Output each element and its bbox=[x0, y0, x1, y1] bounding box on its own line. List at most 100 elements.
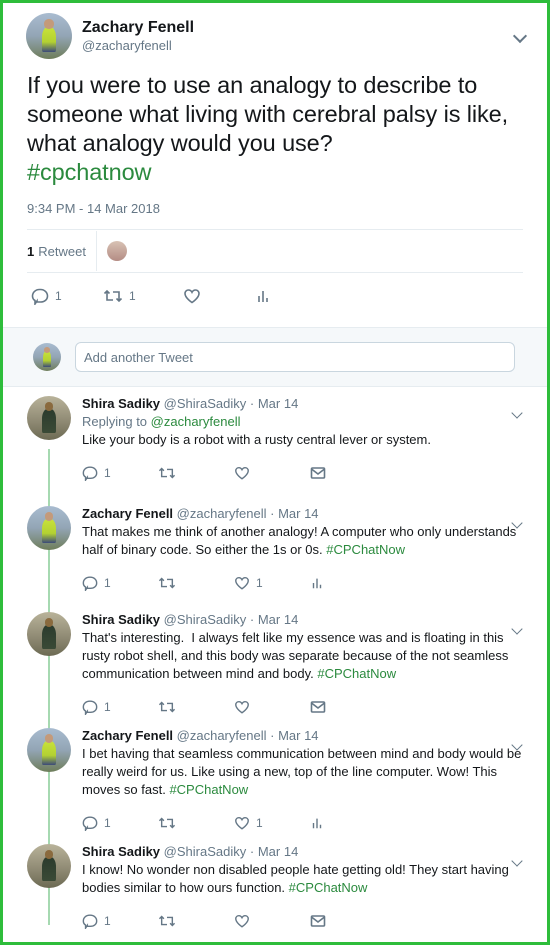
reply-text: I bet having that seamless communication… bbox=[82, 745, 523, 799]
retweet-icon bbox=[158, 577, 176, 589]
reply-tweet[interactable]: Shira Sadiky @ShiraSadiky · Mar 14 I kno… bbox=[3, 835, 547, 942]
retweet-button[interactable] bbox=[158, 815, 234, 831]
avatar bbox=[33, 343, 61, 371]
reply-author-handle[interactable]: @ShiraSadiky bbox=[164, 844, 247, 859]
retweet-icon bbox=[158, 467, 176, 479]
reply-date[interactable]: Mar 14 bbox=[258, 844, 298, 859]
analytics-button[interactable] bbox=[255, 288, 271, 304]
author-handle[interactable]: @zacharyfenell bbox=[82, 37, 194, 54]
like-icon bbox=[184, 289, 200, 304]
like-icon bbox=[235, 576, 249, 590]
analytics-button[interactable] bbox=[310, 816, 386, 830]
reply-date[interactable]: Mar 14 bbox=[258, 396, 298, 411]
reply-text: That's interesting. I always felt like m… bbox=[82, 629, 523, 683]
reply-hashtag[interactable]: #CPChatNow bbox=[326, 542, 405, 557]
analytics-button[interactable] bbox=[310, 576, 386, 590]
reply-text: That makes me think of another analogy! … bbox=[82, 523, 523, 559]
reply-button[interactable]: 1 bbox=[82, 465, 158, 481]
message-icon bbox=[310, 701, 326, 713]
retweet-count[interactable]: 1 bbox=[27, 244, 34, 259]
reply-tweet[interactable]: Zachary Fenell @zacharyfenell · Mar 14 I… bbox=[3, 719, 547, 835]
tweet-text: If you were to use an analogy to describ… bbox=[27, 71, 527, 187]
like-button[interactable] bbox=[234, 465, 310, 481]
like-count: 1 bbox=[256, 576, 263, 590]
reply-header: Zachary Fenell @zacharyfenell · Mar 14 bbox=[82, 727, 523, 745]
reply-hashtag[interactable]: #CPChatNow bbox=[317, 666, 396, 681]
reply-actions: 1 bbox=[82, 901, 523, 941]
main-tweet: Zachary Fenell @zacharyfenell If you wer… bbox=[3, 7, 547, 319]
reply-count: 1 bbox=[55, 289, 62, 303]
reply-date[interactable]: Mar 14 bbox=[278, 728, 318, 743]
reply-icon bbox=[31, 288, 49, 305]
retweet-action-count: 1 bbox=[129, 289, 136, 303]
reply-icon bbox=[82, 914, 98, 929]
replies-thread: Shira Sadiky @ShiraSadiky · Mar 14 Reply… bbox=[3, 387, 547, 942]
reply-author-handle[interactable]: @zacharyfenell bbox=[177, 728, 267, 743]
avatar[interactable] bbox=[26, 13, 72, 59]
retweet-label[interactable]: Retweet bbox=[38, 244, 86, 259]
reply-author-name[interactable]: Zachary Fenell bbox=[82, 728, 173, 743]
retweet-icon bbox=[158, 915, 176, 927]
retweet-button[interactable] bbox=[158, 913, 234, 929]
like-icon bbox=[235, 816, 249, 830]
reply-author-handle[interactable]: @zacharyfenell bbox=[177, 506, 267, 521]
tweet-actions: 1 1 bbox=[27, 273, 523, 319]
reply-count: 1 bbox=[104, 914, 111, 928]
retweet-button[interactable]: 1 bbox=[103, 287, 183, 305]
tweet-stats: 1 Retweet bbox=[27, 230, 523, 272]
stats-separator bbox=[95, 231, 97, 271]
reply-author-handle[interactable]: @ShiraSadiky bbox=[164, 612, 247, 627]
message-button[interactable] bbox=[310, 914, 386, 928]
like-button[interactable] bbox=[234, 913, 310, 929]
tweet-timestamp[interactable]: 9:34 PM - 14 Mar 2018 bbox=[27, 201, 523, 221]
separator-dot: · bbox=[249, 396, 255, 411]
reply-tweet[interactable]: Shira Sadiky @ShiraSadiky · Mar 14 Reply… bbox=[3, 387, 547, 497]
add-tweet-input[interactable]: Add another Tweet bbox=[75, 342, 515, 372]
avatar[interactable] bbox=[27, 612, 71, 656]
reply-hashtag[interactable]: #CPChatNow bbox=[169, 782, 248, 797]
reply-button[interactable]: 1 bbox=[82, 815, 158, 831]
retweeter-avatar[interactable] bbox=[106, 241, 127, 261]
reply-icon bbox=[82, 816, 98, 831]
like-button[interactable]: 1 bbox=[234, 815, 310, 831]
reply-author-name[interactable]: Shira Sadiky bbox=[82, 612, 160, 627]
reply-hashtag[interactable]: #CPChatNow bbox=[289, 880, 368, 895]
tweet-hashtag[interactable]: #cpchatnow bbox=[27, 159, 152, 185]
like-icon bbox=[235, 700, 249, 714]
avatar[interactable] bbox=[27, 506, 71, 550]
reply-button[interactable]: 1 bbox=[82, 699, 158, 715]
chevron-down-icon[interactable] bbox=[512, 28, 528, 44]
reply-author-handle[interactable]: @ShiraSadiky bbox=[164, 396, 247, 411]
retweet-button[interactable] bbox=[158, 699, 234, 715]
retweet-button[interactable] bbox=[158, 575, 234, 591]
reply-header: Zachary Fenell @zacharyfenell · Mar 14 bbox=[82, 505, 523, 523]
retweet-button[interactable] bbox=[158, 465, 234, 481]
reply-count: 1 bbox=[104, 816, 111, 830]
reply-text: Like your body is a robot with a rusty c… bbox=[82, 432, 431, 447]
analytics-icon bbox=[312, 578, 322, 589]
avatar[interactable] bbox=[27, 396, 71, 440]
message-button[interactable] bbox=[310, 466, 386, 480]
avatar[interactable] bbox=[27, 728, 71, 772]
like-button[interactable] bbox=[234, 699, 310, 715]
like-icon bbox=[235, 914, 249, 928]
reply-author-name[interactable]: Shira Sadiky bbox=[82, 396, 160, 411]
reply-button[interactable]: 1 bbox=[31, 287, 103, 305]
like-button[interactable] bbox=[183, 287, 255, 305]
reply-author-name[interactable]: Shira Sadiky bbox=[82, 844, 160, 859]
separator-dot: · bbox=[249, 844, 255, 859]
like-button[interactable]: 1 bbox=[234, 575, 310, 591]
reply-button[interactable]: 1 bbox=[82, 913, 158, 929]
message-button[interactable] bbox=[310, 700, 386, 714]
reply-author-name[interactable]: Zachary Fenell bbox=[82, 506, 173, 521]
reply-button[interactable]: 1 bbox=[82, 575, 158, 591]
reply-date[interactable]: Mar 14 bbox=[278, 506, 318, 521]
reply-tweet[interactable]: Zachary Fenell @zacharyfenell · Mar 14 T… bbox=[3, 497, 547, 603]
message-icon bbox=[310, 915, 326, 927]
replying-to-link[interactable]: @zacharyfenell bbox=[151, 414, 241, 429]
avatar[interactable] bbox=[27, 844, 71, 888]
reply-date[interactable]: Mar 14 bbox=[258, 612, 298, 627]
author-name[interactable]: Zachary Fenell bbox=[82, 18, 194, 37]
compose-reply: Add another Tweet bbox=[3, 327, 547, 387]
reply-tweet[interactable]: Shira Sadiky @ShiraSadiky · Mar 14 That'… bbox=[3, 603, 547, 719]
